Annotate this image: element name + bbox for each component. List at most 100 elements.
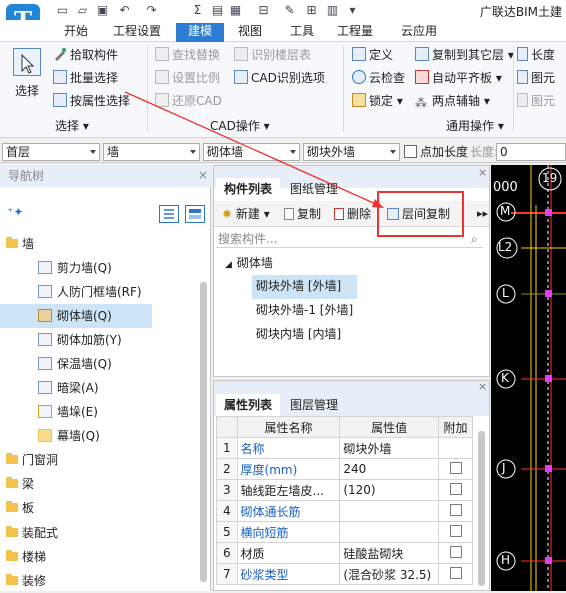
tab-quantities[interactable]: 工程量 xyxy=(330,23,380,42)
dropdown-icon[interactable]: ▾ xyxy=(345,3,360,17)
close-icon[interactable]: × xyxy=(198,168,208,182)
nav-item[interactable]: 人防门框墙(RF) xyxy=(0,280,200,304)
nav-item[interactable]: 装配式 xyxy=(0,521,200,545)
property-scrollbar[interactable] xyxy=(478,431,485,586)
tab-tools[interactable]: 工具 xyxy=(282,23,322,42)
nav-scrollbar[interactable] xyxy=(200,282,207,582)
grid-icon[interactable]: ⊞ xyxy=(304,3,319,17)
cloud-check-button[interactable]: 云检查 xyxy=(352,68,405,88)
tree-view-icon[interactable] xyxy=(185,205,205,223)
two-point-aux-button[interactable]: ⁂ 两点辅轴 ▾ xyxy=(415,91,490,111)
pencil-icon[interactable]: ✎ xyxy=(282,3,297,17)
table-row[interactable]: 4 砌体通长筋 xyxy=(216,500,473,522)
new-component-button[interactable]: ✸ 新建 ▾ xyxy=(222,204,270,224)
component-select[interactable]: 砌块外墙 xyxy=(303,143,400,161)
attach-checkbox[interactable] xyxy=(449,524,462,537)
attach-checkbox[interactable] xyxy=(449,482,462,495)
floor-select[interactable]: 首层 xyxy=(2,143,100,161)
nav-item[interactable]: 墙 xyxy=(0,232,200,256)
table-row[interactable]: 3 轴线距左墙皮... (120) xyxy=(216,479,473,501)
auto-flat-slab-button[interactable]: 自动平齐板 ▾ xyxy=(415,68,502,88)
open-folder-icon[interactable]: ▱ xyxy=(75,3,90,17)
attach-checkbox[interactable] xyxy=(449,461,462,474)
attach-checkbox[interactable] xyxy=(449,503,462,516)
nav-item[interactable]: 保温墙(Q) xyxy=(0,352,200,376)
property-value[interactable]: (混合砂浆 32.5) xyxy=(339,563,440,585)
property-value[interactable]: (120) xyxy=(339,479,440,501)
add-node-icon[interactable]: ⁺✦ xyxy=(7,205,23,219)
length-button[interactable]: 长度 xyxy=(517,45,555,65)
copy-component-button[interactable]: 复制 xyxy=(284,204,321,224)
table-row[interactable]: 2 厚度(mm) 240 xyxy=(216,458,473,480)
redo-icon[interactable]: ↷ xyxy=(144,3,159,17)
define-button[interactable]: 定义 xyxy=(352,45,393,65)
table-row[interactable]: 5 横向短筋 xyxy=(216,521,473,543)
ruler-icon[interactable]: ⊟ xyxy=(256,3,271,17)
drawing-canvas[interactable]: 000 19 M L2 L K J H xyxy=(491,165,566,591)
nav-item[interactable]: 装修 xyxy=(0,569,200,593)
component-list-item[interactable]: 砌块外墙-1 [外墙] xyxy=(252,299,357,323)
tab-cloud[interactable]: 云应用 xyxy=(394,23,444,42)
category-select[interactable]: 墙 xyxy=(103,143,200,161)
search-icon[interactable]: ⌕ xyxy=(471,232,478,247)
tab-modeling[interactable]: 建模 xyxy=(176,23,224,42)
tab-project-settings[interactable]: 工程设置 xyxy=(104,23,170,42)
tab-drawing-management[interactable]: 图纸管理 xyxy=(282,178,346,200)
new-file-icon[interactable]: ▭ xyxy=(55,3,70,17)
nav-item[interactable]: 门窗洞 xyxy=(0,448,200,472)
point-length-checkbox[interactable] xyxy=(404,145,417,158)
attach-checkbox[interactable] xyxy=(449,566,462,579)
tab-layer-management[interactable]: 图层管理 xyxy=(282,394,346,416)
nav-item[interactable]: 梁 xyxy=(0,472,200,496)
cad-identify-options-button[interactable]: CAD识别选项 xyxy=(234,68,325,88)
undo-icon[interactable]: ↶ xyxy=(117,3,132,17)
sum-icon[interactable]: Σ xyxy=(190,3,205,17)
nav-item[interactable]: 砌体墙(Q) xyxy=(0,304,152,328)
select-big-button[interactable]: 选择 xyxy=(10,48,44,108)
tab-component-list[interactable]: 构件列表 xyxy=(216,178,280,200)
close-icon[interactable]: × xyxy=(478,166,487,179)
nav-item[interactable]: 剪力墙(Q) xyxy=(0,256,200,280)
length-input[interactable]: 0 xyxy=(496,143,566,161)
tab-start[interactable]: 开始 xyxy=(56,23,96,42)
nav-item[interactable]: 砌体加筋(Y) xyxy=(0,328,200,352)
table-row[interactable]: 7 砂浆类型 (混合砂浆 32.5) xyxy=(216,563,473,585)
batch-select-button[interactable]: 批量选择 xyxy=(53,68,118,88)
property-value[interactable]: 240 xyxy=(339,458,440,480)
property-value[interactable]: 硅酸盐砌块 xyxy=(339,542,440,564)
nav-item[interactable]: 楼梯 xyxy=(0,545,200,569)
pick-component-button[interactable]: 拾取构件 xyxy=(53,45,118,65)
component-list-item[interactable]: 砌块外墙 [外墙] xyxy=(252,275,358,299)
component-list-item[interactable]: 砌块内墙 [内墙] xyxy=(252,323,357,347)
component-group[interactable]: ◢ 砌体墙 xyxy=(225,252,273,274)
tab-view[interactable]: 视图 xyxy=(230,23,270,42)
report-icon[interactable]: ▤ xyxy=(210,3,225,17)
lock-button[interactable]: 锁定 ▾ xyxy=(352,91,403,111)
nav-item[interactable]: 幕墙(Q) xyxy=(0,424,200,448)
element-display-button[interactable]: 图元 xyxy=(517,68,555,88)
property-value[interactable]: 砌块外墙 xyxy=(339,437,440,459)
nav-item[interactable]: 暗梁(A) xyxy=(0,376,200,400)
nav-item[interactable]: 板 xyxy=(0,496,200,520)
property-value[interactable] xyxy=(339,521,440,543)
table-row[interactable]: 1 名称 砌块外墙 xyxy=(216,437,473,459)
group-cad-label[interactable]: CAD操作 ▾ xyxy=(210,118,270,134)
annotation-highlight-box xyxy=(377,191,464,237)
attach-checkbox[interactable] xyxy=(449,545,462,558)
check-icon[interactable]: ▦ xyxy=(228,3,243,17)
delete-component-button[interactable]: 删除 xyxy=(334,204,371,224)
group-general-label[interactable]: 通用操作 ▾ xyxy=(446,118,504,134)
select-by-attr-button[interactable]: 按属性选择 xyxy=(53,91,130,111)
table-row[interactable]: 6 材质 硅酸盐砌块 xyxy=(216,542,473,564)
copy-to-other-floor-button[interactable]: 复制到其它层 ▾ xyxy=(415,45,514,65)
save-icon[interactable]: ▣ xyxy=(95,3,110,17)
layers-icon[interactable]: ▥ xyxy=(325,3,340,17)
list-view-icon[interactable] xyxy=(159,205,179,223)
type-select[interactable]: 砌体墙 xyxy=(203,143,300,161)
close-icon[interactable]: × xyxy=(478,380,487,393)
nav-item[interactable]: 墙垛(E) xyxy=(0,400,200,424)
property-value[interactable] xyxy=(339,500,440,522)
more-arrow-icon[interactable]: ▸▸ xyxy=(477,207,488,220)
tab-property-list[interactable]: 属性列表 xyxy=(216,394,280,416)
group-select-label[interactable]: 选择 ▾ xyxy=(55,118,89,134)
